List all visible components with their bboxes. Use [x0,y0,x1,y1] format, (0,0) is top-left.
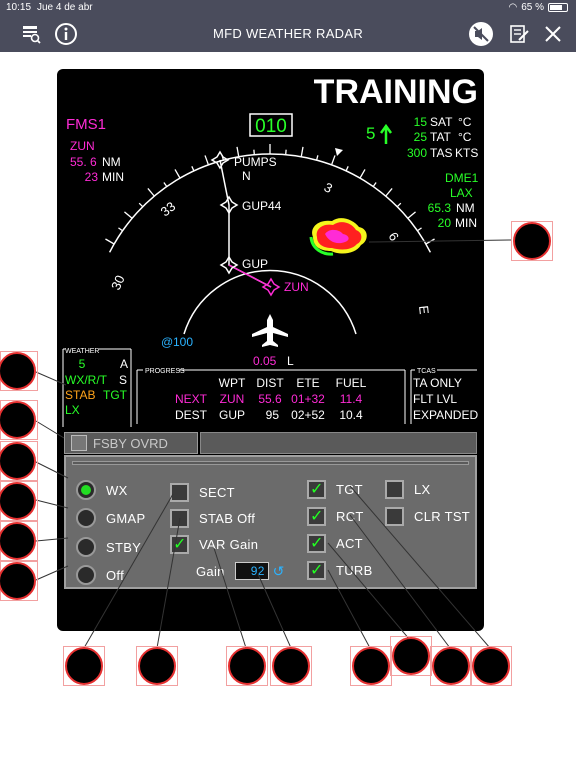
callout-gain[interactable] [272,647,310,685]
callout-weather-cell[interactable] [513,222,551,260]
callout-var-gain[interactable] [228,647,266,685]
callout-act[interactable] [392,637,430,675]
callout-tgt[interactable] [472,647,510,685]
callout-rct[interactable] [432,647,470,685]
callout-sect[interactable] [65,647,103,685]
app-root: 10:15 Jue 4 de abr ◠ 65 % MFD WEATHER RA… [0,0,576,768]
callout-stab-off[interactable] [138,647,176,685]
callout-turb[interactable] [352,647,390,685]
